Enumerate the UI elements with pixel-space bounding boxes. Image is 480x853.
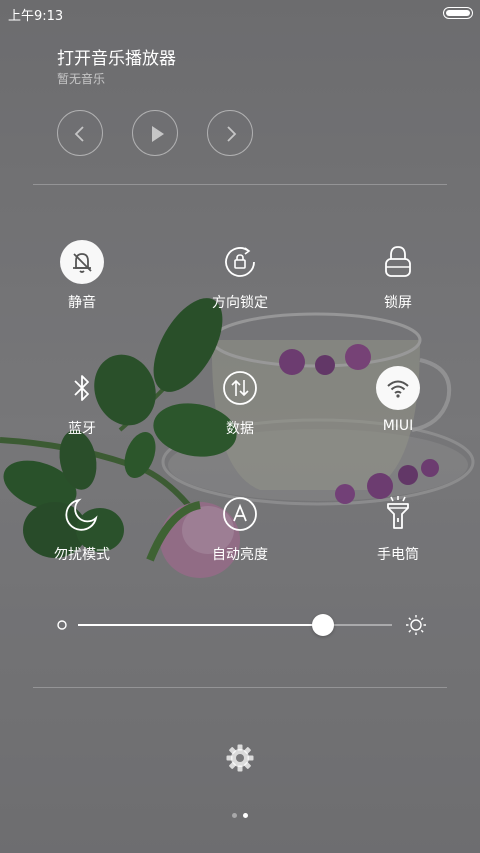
toggle-label: 数据 <box>226 421 254 437</box>
auto-brightness-icon <box>218 492 262 536</box>
brightness-thumb[interactable] <box>311 614 334 636</box>
brightness-fill <box>78 624 323 626</box>
lock-icon <box>376 240 420 284</box>
toggle-label: 蓝牙 <box>68 421 96 437</box>
toggle-label: 锁屏 <box>384 295 412 311</box>
brightness-low-icon <box>57 620 67 630</box>
play-button[interactable] <box>132 110 178 156</box>
toggle-auto-brightness[interactable]: 自动亮度 <box>180 492 300 582</box>
toggle-rotation-lock[interactable]: 方向锁定 <box>180 240 300 330</box>
rotation-lock-icon <box>218 240 262 284</box>
moon-icon <box>60 492 104 536</box>
wifi-icon <box>376 366 420 410</box>
brightness-high-icon <box>406 615 426 635</box>
divider-bottom <box>33 687 447 688</box>
toggle-flashlight[interactable]: 手电筒 <box>338 492 458 582</box>
toggle-silent[interactable]: 静音 <box>22 240 142 330</box>
toggle-label: MIUI <box>382 418 414 434</box>
mobile-data-icon <box>218 366 262 410</box>
toggle-label: 静音 <box>68 295 96 311</box>
page-dot-active <box>243 813 248 818</box>
toggle-label: 勿扰模式 <box>54 547 110 563</box>
previous-icon <box>74 126 84 142</box>
music-subtitle: 暂无音乐 <box>57 72 106 86</box>
flashlight-icon <box>376 492 420 536</box>
music-title[interactable]: 打开音乐播放器 <box>57 44 176 69</box>
toggle-wifi[interactable]: MIUI <box>338 366 458 456</box>
toggle-label: 方向锁定 <box>212 295 268 311</box>
battery-icon <box>443 7 473 19</box>
toggle-bluetooth[interactable]: 蓝牙 <box>22 366 142 456</box>
gear-icon[interactable] <box>225 743 255 773</box>
toggle-do-not-disturb[interactable]: 勿扰模式 <box>22 492 142 582</box>
page-indicator <box>230 812 250 820</box>
bell-mute-icon <box>60 240 104 284</box>
next-icon <box>227 126 237 142</box>
toggle-label: 自动亮度 <box>212 547 268 563</box>
status-time: 上午9:13 <box>8 9 64 24</box>
next-button[interactable] <box>207 110 253 156</box>
divider-top <box>33 184 447 185</box>
brightness-slider[interactable] <box>56 610 428 640</box>
page-dot <box>232 813 237 818</box>
status-bar: 上午9:13 <box>0 0 480 26</box>
toggle-mobile-data[interactable]: 数据 <box>180 366 300 456</box>
toggle-lock-screen[interactable]: 锁屏 <box>338 240 458 330</box>
play-icon <box>152 126 164 142</box>
toggle-label: 手电筒 <box>377 547 419 563</box>
previous-button[interactable] <box>57 110 103 156</box>
bluetooth-icon <box>60 366 104 410</box>
